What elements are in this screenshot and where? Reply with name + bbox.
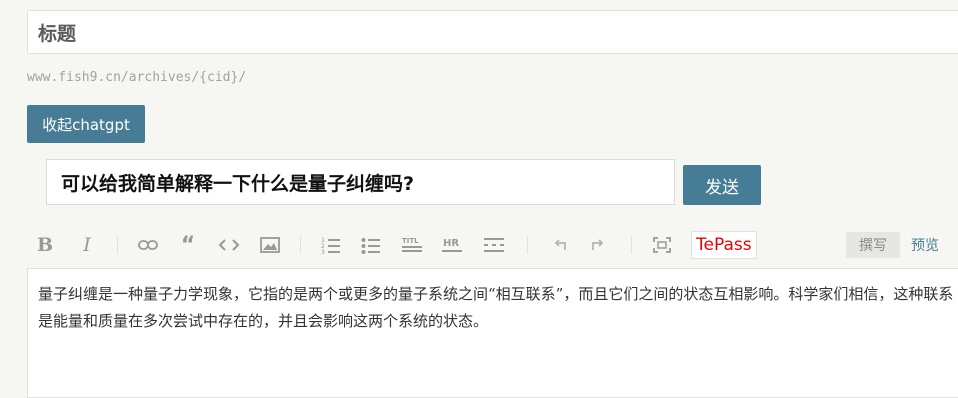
title-button[interactable]: TITL (400, 228, 424, 262)
ordered-list-icon: 123 (321, 237, 340, 254)
hr-icon: HR (442, 238, 462, 252)
hr-button[interactable]: HR (440, 228, 464, 262)
permalink-hint: www.fish9.cn/archives/{cid}/ (27, 70, 247, 85)
tepass-button[interactable]: TePass (691, 231, 757, 259)
undo-icon (554, 239, 566, 250)
svg-text:HR: HR (443, 238, 459, 249)
code-icon (218, 239, 240, 251)
image-icon (260, 237, 280, 253)
unordered-list-icon (361, 238, 380, 254)
bold-icon: B (36, 234, 54, 256)
title-icon: TITL (402, 237, 422, 252)
more-icon (484, 238, 504, 252)
italic-icon: I (83, 234, 91, 256)
ordered-list-button[interactable]: 123 (320, 228, 342, 262)
send-button[interactable]: 发送 (683, 165, 761, 205)
quote-icon: “ (180, 232, 196, 258)
fullscreen-button[interactable] (651, 228, 673, 262)
collapse-chatgpt-button[interactable]: 收起chatgpt (27, 105, 145, 143)
editor-toolbar: B I “ 123 TITL HR TePass 撰写 预览 (27, 228, 958, 262)
toolbar-divider (117, 236, 118, 254)
fullscreen-icon (653, 237, 671, 253)
preview-tab[interactable]: 预览 (911, 232, 939, 258)
editor-textarea[interactable]: 量子纠缠是一种量子力学现象，它指的是两个或更多的量子系统之间“相互联系”，而且它… (27, 268, 958, 398)
chatgpt-question-input[interactable] (46, 159, 675, 205)
svg-text:3: 3 (321, 249, 325, 254)
unordered-list-button[interactable] (360, 228, 382, 262)
italic-button[interactable]: I (77, 228, 97, 262)
redo-button[interactable] (587, 228, 609, 262)
code-button[interactable] (217, 228, 241, 262)
svg-text:TITL: TITL (402, 237, 419, 245)
toolbar-divider (300, 236, 301, 254)
title-input[interactable]: 标题 (27, 10, 958, 54)
image-button[interactable] (259, 228, 281, 262)
editor-content: 量子纠缠是一种量子力学现象，它指的是两个或更多的量子系统之间“相互联系”，而且它… (38, 285, 954, 330)
link-button[interactable] (137, 228, 159, 262)
title-placeholder: 标题 (38, 22, 77, 45)
quote-button[interactable]: “ (177, 228, 199, 262)
toolbar-divider (631, 236, 632, 254)
more-button[interactable] (482, 228, 506, 262)
bold-button[interactable]: B (35, 228, 55, 262)
undo-button[interactable] (549, 228, 571, 262)
link-icon (138, 240, 158, 250)
toolbar-divider (527, 236, 528, 254)
redo-icon (592, 239, 604, 250)
write-tab[interactable]: 撰写 (846, 232, 900, 258)
